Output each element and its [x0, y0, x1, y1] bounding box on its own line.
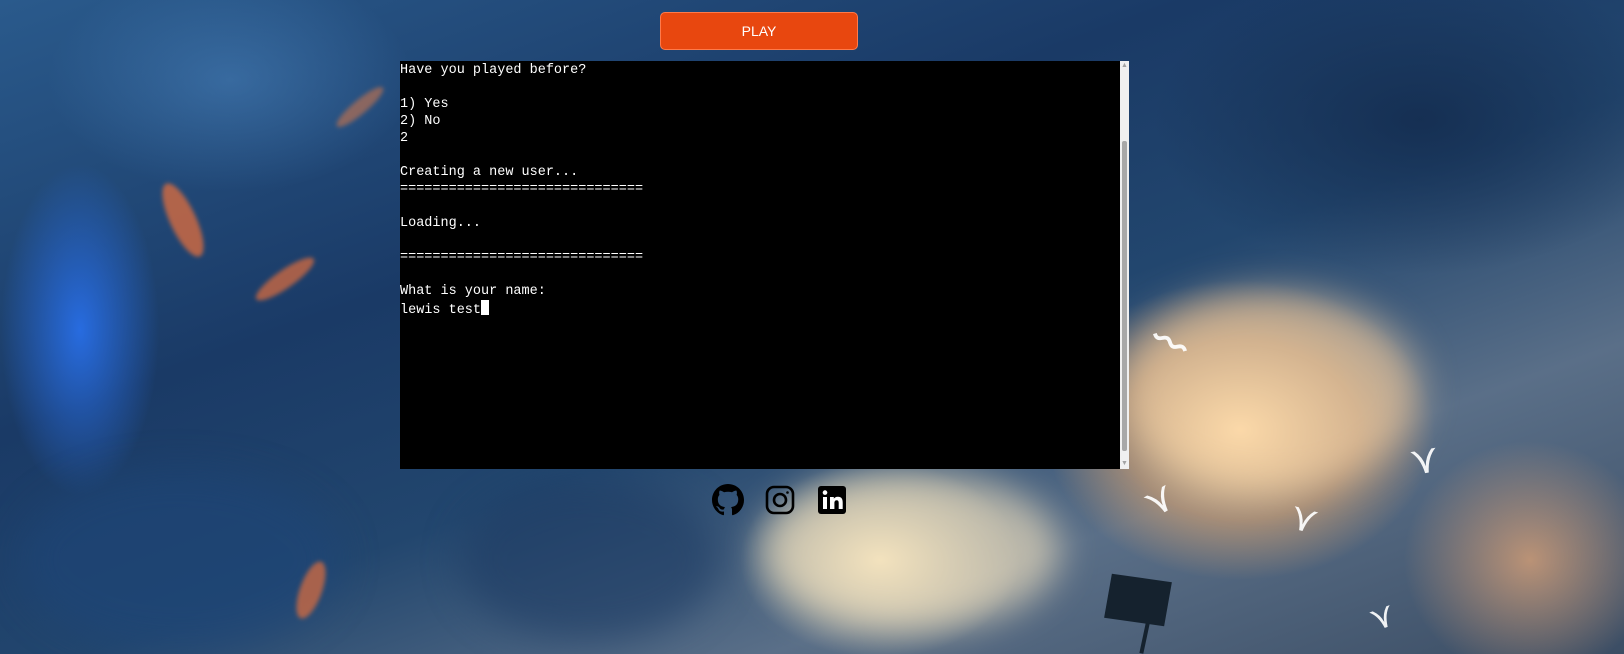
linkedin-icon: [818, 486, 846, 514]
play-button[interactable]: PLAY: [660, 12, 858, 50]
background-streak: [154, 178, 212, 262]
scroll-up-arrow-icon[interactable]: ▲: [1120, 61, 1129, 71]
bird-illustration: ⋎: [1364, 594, 1401, 640]
linkedin-link[interactable]: [816, 484, 848, 516]
background-cloud: [20, 470, 340, 650]
flag-illustration: [1104, 573, 1172, 627]
terminal-line: Have you played before?: [400, 63, 587, 78]
terminal-input-line[interactable]: lewis test: [400, 300, 1117, 318]
social-links: [712, 484, 848, 516]
terminal-cursor: [481, 300, 490, 315]
background-streak: [332, 82, 388, 132]
scroll-down-arrow-icon[interactable]: ▼: [1120, 459, 1129, 469]
terminal-line: 2) No: [400, 114, 441, 129]
bird-illustration: ⋎: [1406, 435, 1443, 485]
terminal-line: 2: [400, 131, 409, 146]
terminal-line: What is your name:: [400, 284, 546, 299]
instagram-icon: [765, 485, 795, 515]
terminal-line: Loading...: [400, 216, 482, 231]
instagram-link[interactable]: [764, 484, 796, 516]
terminal-output: Have you played before? 1) Yes 2) No 2 C…: [400, 61, 1117, 469]
bird-illustration: ⋎: [1285, 495, 1323, 543]
github-link[interactable]: [712, 484, 744, 516]
background-streak: [251, 251, 319, 307]
background-cloud: [460, 480, 720, 640]
terminal-window[interactable]: Have you played before? 1) Yes 2) No 2 C…: [400, 61, 1129, 469]
terminal-input-text[interactable]: lewis test: [400, 303, 481, 318]
terminal-line: Creating a new user...: [400, 165, 579, 180]
bird-illustration: ⋎: [1135, 473, 1184, 527]
scrollbar-thumb[interactable]: [1122, 141, 1127, 451]
terminal-scrollbar[interactable]: ▲ ▼: [1120, 61, 1129, 469]
terminal-line: ==============================: [400, 182, 644, 197]
background-cloud: [1120, 290, 1420, 490]
github-icon: [712, 484, 744, 516]
terminal-line: ==============================: [400, 250, 644, 265]
terminal-line: 1) Yes: [400, 97, 449, 112]
